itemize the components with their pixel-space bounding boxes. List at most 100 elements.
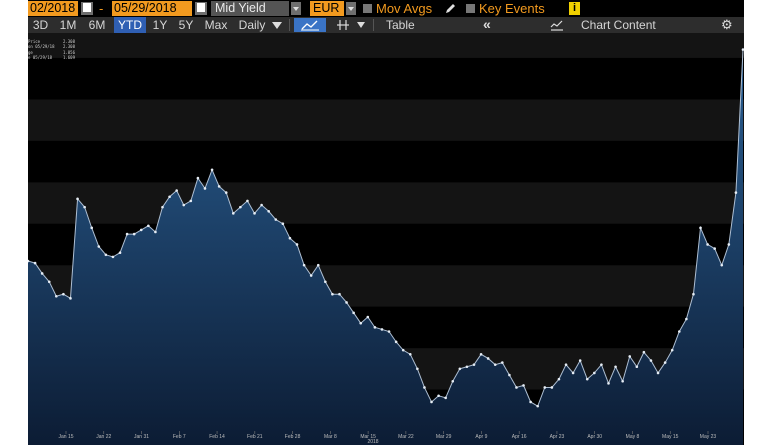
- data-point: [182, 203, 186, 207]
- currency-select[interactable]: EUR: [310, 1, 344, 16]
- crosshair-icon[interactable]: [336, 18, 350, 32]
- data-point: [515, 386, 518, 389]
- field-select[interactable]: Mid Yield: [211, 1, 289, 16]
- data-point: [90, 226, 94, 230]
- data-point: [154, 230, 157, 234]
- chart-toolbar: 3D 1M 6M YTD 1Y 5Y Max Daily Table « Cha…: [28, 17, 744, 33]
- data-point: [578, 359, 582, 362]
- price-legend: Price 2.308 on 05/29/18 2.308 ge 1.856 e 05…: [28, 39, 76, 65]
- data-point: [508, 373, 511, 377]
- x-tick-label: Feb 7: [172, 434, 186, 440]
- data-point: [543, 386, 547, 389]
- data-point: [430, 400, 433, 404]
- period-max[interactable]: Max: [202, 17, 230, 33]
- frequency-select[interactable]: Daily: [233, 17, 271, 33]
- data-point: [161, 205, 164, 209]
- data-point: [401, 348, 405, 352]
- x-tick-label: Jan 15: [58, 434, 74, 440]
- data-point: [331, 292, 334, 296]
- data-point: [210, 168, 214, 172]
- data-point: [663, 361, 667, 364]
- data-point: [352, 311, 355, 315]
- gear-icon[interactable]: ⚙: [721, 17, 733, 33]
- x-tick-label: Apr 9: [475, 434, 488, 440]
- data-point: [607, 382, 610, 385]
- dropdown-arrow-icon[interactable]: [346, 2, 356, 15]
- end-date-field[interactable]: 05/29/2018: [112, 1, 192, 16]
- data-point: [677, 330, 681, 333]
- x-tick-label: Mar 8: [323, 434, 337, 440]
- data-point: [656, 371, 660, 375]
- grid-band: [28, 140, 744, 183]
- grid-band: [28, 57, 744, 100]
- data-point: [692, 292, 695, 296]
- data-point: [564, 363, 568, 366]
- data-point: [593, 371, 596, 375]
- period-3d[interactable]: 3D: [28, 17, 53, 33]
- data-point: [267, 209, 270, 213]
- data-point: [713, 247, 716, 250]
- x-tick-label: Feb 28: [284, 434, 301, 440]
- grid-band: [28, 99, 744, 141]
- chart-content-button[interactable]: Chart Content: [581, 17, 656, 33]
- period-1y[interactable]: 1Y: [149, 17, 171, 33]
- key-events-checkbox[interactable]: [466, 4, 475, 13]
- data-point: [168, 195, 171, 199]
- legend-row: e 05/29/18 1.609: [28, 54, 75, 60]
- date-separator: -: [99, 1, 104, 16]
- data-point: [189, 199, 193, 203]
- start-date-field[interactable]: 02/2018: [28, 1, 78, 16]
- data-point: [408, 353, 412, 356]
- calendar-icon[interactable]: [81, 2, 93, 15]
- data-point: [366, 315, 370, 319]
- data-point: [295, 243, 299, 246]
- mov-avgs-label[interactable]: Mov Avgs: [376, 1, 432, 16]
- data-point: [147, 224, 150, 228]
- data-point: [203, 187, 207, 190]
- x-tick-label: May 8: [625, 434, 640, 440]
- period-1m[interactable]: 1M: [56, 17, 80, 33]
- dropdown-arrow-icon[interactable]: [291, 2, 301, 15]
- chart-content-icon[interactable]: [550, 19, 564, 32]
- data-point: [76, 197, 79, 201]
- key-events-label[interactable]: Key Events: [479, 1, 545, 16]
- data-point: [628, 355, 632, 358]
- data-point: [224, 191, 228, 194]
- data-point: [479, 353, 483, 356]
- data-point: [437, 394, 440, 398]
- data-point: [83, 205, 86, 209]
- data-point: [97, 245, 101, 248]
- data-point: [260, 203, 263, 207]
- line-chart-icon[interactable]: [294, 18, 326, 32]
- data-point: [47, 280, 51, 284]
- period-ytd[interactable]: YTD: [114, 17, 146, 33]
- data-point: [232, 212, 235, 215]
- chart-area: Price 2.308 on 05/29/18 2.308 ge 1.856 e 05…: [28, 33, 744, 445]
- frequency-dropdown-icon[interactable]: [272, 22, 282, 29]
- tools-dropdown-icon[interactable]: [357, 22, 365, 28]
- data-point: [458, 367, 462, 371]
- data-point: [685, 317, 688, 321]
- calendar-icon[interactable]: [195, 2, 207, 15]
- grid-band: [28, 182, 744, 224]
- data-point: [394, 340, 398, 344]
- x-tick-label: Jan 22: [96, 434, 112, 440]
- data-point: [451, 379, 455, 383]
- data-point: [239, 205, 242, 209]
- data-point: [324, 280, 327, 284]
- data-point: [253, 212, 256, 215]
- data-point: [373, 326, 377, 329]
- data-point: [416, 367, 419, 371]
- collapse-icon[interactable]: «: [483, 17, 491, 33]
- pencil-icon[interactable]: [444, 2, 456, 15]
- data-point: [380, 328, 384, 331]
- top-toolbar: 02/2018 - 05/29/2018 Mid Yield EUR Mov A…: [28, 0, 744, 17]
- x-tick-label: Jan 31: [134, 434, 150, 440]
- mov-avgs-checkbox[interactable]: [363, 4, 372, 13]
- period-5y[interactable]: 5Y: [175, 17, 197, 33]
- data-point: [706, 243, 709, 246]
- data-point: [486, 357, 490, 360]
- period-6m[interactable]: 6M: [84, 17, 110, 33]
- info-icon[interactable]: i: [569, 2, 580, 15]
- table-button[interactable]: Table: [386, 17, 415, 33]
